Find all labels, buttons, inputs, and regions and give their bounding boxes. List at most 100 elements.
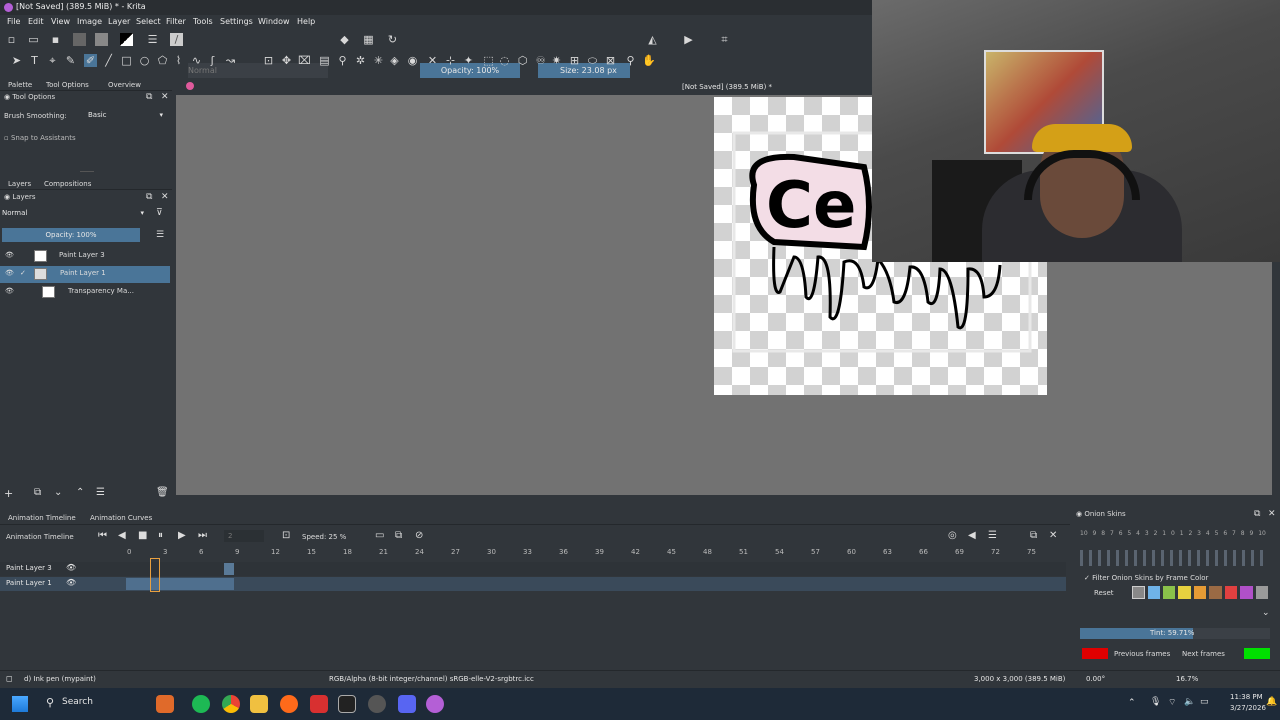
menu-settings[interactable]: Settings	[220, 17, 253, 26]
rectangle-tool-icon[interactable]: □	[120, 54, 133, 67]
move-tool-icon[interactable]: ✥	[280, 54, 293, 67]
ellipse-tool-icon[interactable]: ○	[138, 54, 151, 67]
brush-presets-icon[interactable]: ☰	[146, 33, 159, 46]
visibility-eye-icon[interactable]: 👁	[5, 269, 14, 277]
assistant-tool-icon[interactable]: ✕	[426, 54, 439, 67]
layer-blend-select[interactable]: Normal ▾	[2, 209, 146, 220]
color-filter-brown[interactable]	[1209, 586, 1222, 599]
crop-tool-icon[interactable]: ⌧	[298, 54, 311, 67]
delete-layer-icon[interactable]: 🗑	[156, 487, 169, 498]
polyline-tool-icon[interactable]: ⌇	[172, 54, 185, 67]
text-tool-icon[interactable]: T	[28, 54, 41, 67]
keyframe-range[interactable]	[126, 578, 234, 590]
microphone-icon[interactable]: 🎙	[1150, 697, 1161, 707]
color-filter-orange[interactable]	[1193, 586, 1207, 599]
settings-icon[interactable]: ⊘	[415, 530, 423, 541]
playback-range-icon[interactable]: ▭	[375, 530, 384, 541]
color-filter-yellow[interactable]	[1178, 586, 1191, 599]
open-document-icon[interactable]: ▭	[27, 33, 40, 46]
color-picker-icon[interactable]: ⚲	[336, 54, 349, 67]
contiguous-select-icon[interactable]: ✷	[550, 54, 563, 67]
tab-animation-timeline[interactable]: Animation Timeline	[8, 514, 76, 522]
next-frame-icon[interactable]: ▶	[178, 530, 186, 541]
firefox-icon[interactable]	[280, 695, 298, 713]
next-frames-color[interactable]	[1244, 648, 1270, 659]
first-frame-icon[interactable]: ⏮	[98, 530, 107, 541]
eraser-icon[interactable]: ◆	[338, 33, 351, 46]
mirror-horizontal-icon[interactable]: ◭	[646, 33, 659, 46]
app-icon[interactable]	[338, 695, 356, 713]
save-icon[interactable]: ▪	[49, 33, 62, 46]
freehand-path-tool-icon[interactable]: ʃ	[206, 54, 219, 67]
filter-by-color-checkbox[interactable]: ✓ Filter Onion Skins by Frame Color	[1084, 574, 1208, 582]
dynamic-brush-tool-icon[interactable]: ↝	[224, 54, 237, 67]
enclose-fill-icon[interactable]: ◉	[406, 54, 419, 67]
notification-icon[interactable]: 🔔	[1266, 697, 1277, 707]
alpha-lock-icon[interactable]: ▦	[362, 33, 375, 46]
app-icon[interactable]	[156, 695, 174, 713]
float-docker-icon[interactable]: ⧉	[146, 92, 152, 102]
volume-icon[interactable]: 🔈	[1184, 697, 1195, 707]
pause-icon[interactable]: ⏸	[158, 530, 163, 541]
frame-number-input[interactable]: 2	[224, 530, 264, 542]
brush-preview-icon[interactable]: /	[170, 33, 183, 46]
tint-slider[interactable]: Tint: 59.71%	[1080, 628, 1270, 639]
visibility-eye-icon[interactable]: 👁	[66, 563, 76, 572]
move-down-icon[interactable]: ⌄	[54, 487, 62, 498]
keyframe-block[interactable]	[224, 563, 234, 575]
app-icon[interactable]	[368, 695, 386, 713]
pan-tool-icon[interactable]: ✋	[642, 54, 656, 67]
tab-compositions[interactable]: Compositions	[44, 180, 91, 188]
tab-layers[interactable]: Layers	[8, 180, 31, 188]
gradient-icon[interactable]	[73, 33, 86, 46]
mirror-vertical-icon[interactable]: ▶	[682, 33, 695, 46]
frame-color-filters[interactable]	[1132, 586, 1269, 600]
menu-image[interactable]: Image	[77, 17, 102, 26]
color-filter-gray[interactable]	[1255, 586, 1269, 599]
clock-time[interactable]: 11:38 PM	[1230, 693, 1263, 701]
discord-icon[interactable]	[398, 695, 416, 713]
close-timeline-icon[interactable]: ✕	[1049, 530, 1057, 541]
calligraphy-tool-icon[interactable]: ✎	[64, 54, 77, 67]
edit-shapes-tool-icon[interactable]: ⌖	[46, 54, 59, 67]
speed-control[interactable]: Speed: 25 %	[302, 533, 346, 541]
close-onion-icon[interactable]: ✕	[1268, 509, 1276, 519]
onion-skin-icon[interactable]: ◎	[948, 530, 957, 541]
reload-preset-icon[interactable]: ↻	[386, 33, 399, 46]
color-profile-label[interactable]: RGB/Alpha (8-bit integer/channel) sRGB-e…	[329, 675, 534, 683]
previous-frame-icon[interactable]: ◀	[118, 530, 126, 541]
battery-icon[interactable]: ▭	[1200, 697, 1209, 707]
layer-opacity-slider[interactable]: Opacity: 100%	[2, 228, 140, 242]
color-filter-none[interactable]	[1132, 586, 1145, 599]
crop-icon[interactable]: ⌗	[718, 33, 731, 46]
close-layers-icon[interactable]: ✕	[161, 192, 169, 202]
freehand-brush-tool-icon[interactable]: ✐	[84, 54, 97, 67]
menu-window[interactable]: Window	[258, 17, 290, 26]
float-timeline-icon[interactable]: ⧉	[1030, 530, 1037, 541]
fill-tool-icon[interactable]: ◈	[388, 54, 401, 67]
filter-icon[interactable]: ⊽	[156, 208, 163, 218]
menu-tools[interactable]: Tools	[193, 17, 213, 26]
tab-overview[interactable]: Overview	[108, 81, 141, 89]
windows-start-icon[interactable]	[12, 696, 28, 712]
layer-options-icon[interactable]: ☰	[156, 230, 164, 240]
menu-view[interactable]: View	[51, 17, 70, 26]
layer-row[interactable]: 👁 Paint Layer 3	[0, 248, 170, 265]
transform-tool-icon[interactable]: ⊡	[262, 54, 275, 67]
reference-tool-icon[interactable]: ✦	[462, 54, 475, 67]
float-layers-icon[interactable]: ⧉	[146, 192, 152, 202]
spotify-icon[interactable]	[192, 695, 210, 713]
zoom-label[interactable]: 16.7%	[1176, 675, 1198, 683]
playhead[interactable]	[150, 558, 160, 592]
move-up-icon[interactable]: ⌃	[76, 487, 84, 498]
clock-date[interactable]: 3/27/2026	[1230, 704, 1266, 712]
float-onion-icon[interactable]: ⧉	[1254, 509, 1260, 519]
menu-filter[interactable]: Filter	[166, 17, 186, 26]
chrome-icon[interactable]	[222, 695, 240, 713]
drop-frames-icon[interactable]: ⊡	[282, 530, 290, 541]
rect-select-icon[interactable]: ⬚	[482, 54, 495, 67]
krita-taskbar-icon[interactable]	[426, 695, 444, 713]
bezier-tool-icon[interactable]: ∿	[190, 54, 203, 67]
wifi-icon[interactable]: ⌔	[1168, 697, 1176, 708]
menu-help[interactable]: Help	[297, 17, 315, 26]
